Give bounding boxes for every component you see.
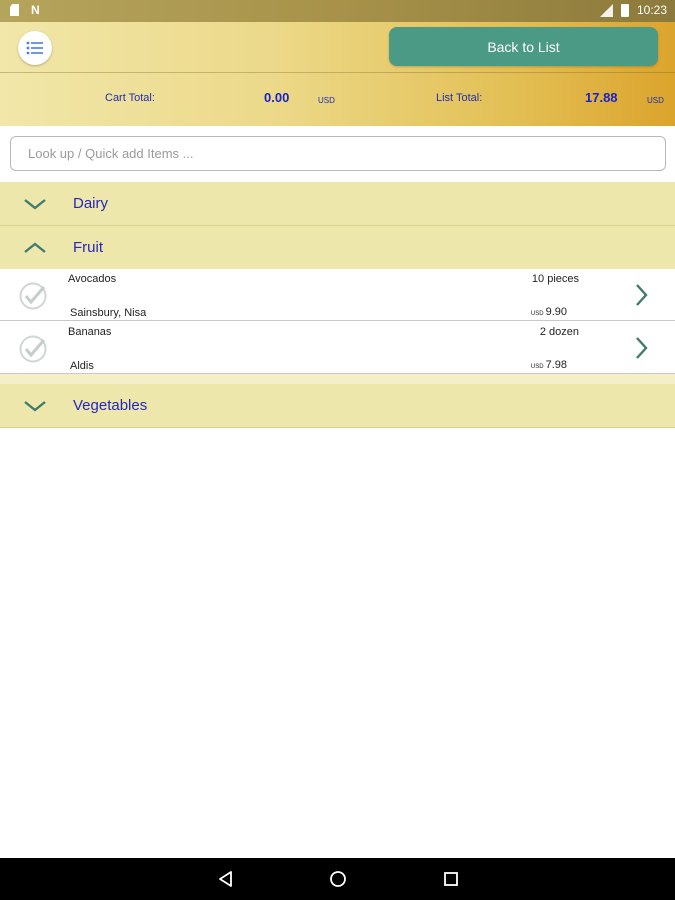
check-circle-icon[interactable] (18, 281, 48, 311)
item-stores: Sainsbury, Nisa (70, 307, 147, 319)
navigation-bar (0, 858, 675, 900)
category-label: Vegetables (73, 397, 148, 414)
item-quantity: 2 dozen (539, 326, 579, 338)
item-price: USD 9.90 (531, 306, 567, 318)
cart-total-label: Cart Total: (105, 92, 155, 104)
category-vegetables[interactable]: Vegetables (0, 384, 675, 428)
search-input[interactable] (11, 137, 665, 170)
notification-n-icon: N (31, 3, 40, 17)
item-price: USD 7.98 (531, 359, 567, 371)
category-fruit[interactable]: Fruit (0, 226, 675, 270)
status-time: 10:23 (636, 3, 667, 17)
item-stores: Aldis (70, 360, 94, 372)
category-label: Fruit (73, 239, 103, 256)
item-name: Avocados (68, 273, 117, 285)
app-header: Back to List Cart Total: 0.00 USD List T… (0, 22, 675, 126)
category-label: Dairy (73, 195, 109, 212)
back-icon[interactable] (216, 869, 236, 889)
chevron-right-icon[interactable] (632, 335, 650, 361)
list-total-label: List Total: (436, 92, 483, 104)
signal-icon (599, 4, 613, 17)
item-currency: USD (530, 364, 544, 370)
category-dairy[interactable]: Dairy (0, 182, 675, 226)
item-price-value: 9.90 (545, 306, 567, 318)
chevron-down-icon (24, 401, 46, 412)
list-currency: USD (647, 96, 664, 105)
chevron-down-icon (24, 199, 46, 210)
list-item[interactable]: Avocados Sainsbury, Nisa 10 pieces USD 9.… (0, 269, 675, 321)
list-icon (26, 41, 43, 55)
item-price-value: 7.98 (545, 359, 567, 371)
status-bar: N 10:23 (0, 0, 675, 22)
item-name: Bananas (68, 326, 112, 338)
check-circle-icon[interactable] (18, 334, 48, 364)
header-divider (0, 72, 675, 73)
list-item[interactable]: Bananas Aldis 2 dozen USD 7.98 (0, 322, 675, 374)
menu-button[interactable] (18, 31, 52, 65)
list-total-value: 17.88 (585, 90, 618, 105)
chevron-up-icon (24, 242, 46, 253)
divider (0, 374, 675, 384)
cart-currency: USD (318, 96, 335, 105)
item-currency: USD (530, 311, 544, 317)
cart-total-value: 0.00 (264, 90, 290, 105)
sim-card-icon (10, 4, 19, 16)
search-box (10, 136, 666, 171)
home-icon[interactable] (328, 869, 348, 889)
back-to-list-button[interactable]: Back to List (389, 27, 658, 66)
chevron-right-icon[interactable] (632, 282, 650, 308)
item-quantity: 10 pieces (531, 273, 579, 285)
recents-icon[interactable] (441, 869, 461, 889)
battery-icon (620, 4, 629, 17)
